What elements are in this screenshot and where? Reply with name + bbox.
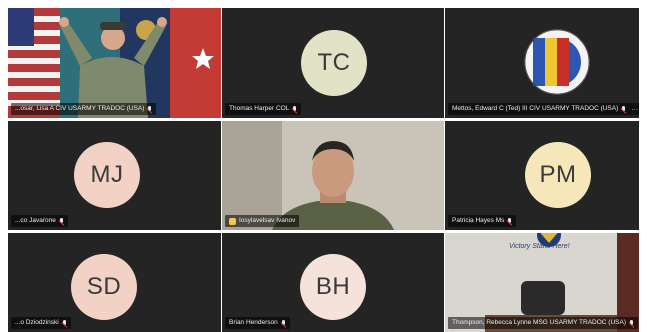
- participant-name-label: ...co Javarone: [11, 215, 68, 227]
- video-tile-t1[interactable]: ...osar, Lisa A CIV USARMY TRADOC (USA): [8, 8, 221, 118]
- participant-video-t1: [8, 8, 221, 118]
- participant-name-label: Thompson, Rebecca Lynne MSG USARMY TRADO…: [448, 317, 638, 329]
- more-options-icon[interactable]: …: [631, 103, 638, 115]
- office-banner-text: Victory Starts Here!: [509, 243, 570, 250]
- avatar: PM: [525, 142, 591, 208]
- mic-muted-icon: [507, 217, 512, 225]
- avatar: MJ: [74, 142, 140, 208]
- mic-muted-icon: [621, 105, 626, 113]
- video-tile-t7[interactable]: SD ...o Dziodzinski: [8, 233, 221, 332]
- participant-name-label: Brian Henderson: [225, 317, 290, 329]
- video-tile-t8[interactable]: BH Brian Henderson: [222, 233, 444, 332]
- mic-muted-icon: [281, 319, 286, 327]
- participant-name-label: ...o Dziodzinski: [11, 317, 71, 329]
- raised-hand-icon: [229, 217, 236, 225]
- video-grid: ...osar, Lisa A CIV USARMY TRADOC (USA) …: [0, 0, 647, 332]
- mic-muted-icon: [292, 105, 297, 113]
- participant-name-label: Iosylavelsav Ivanov: [225, 215, 300, 227]
- mic-muted-icon: [147, 105, 152, 113]
- avatar: BH: [300, 254, 366, 320]
- video-tile-t2[interactable]: TC Thomas Harper COL: [222, 8, 444, 118]
- participant-video-t5: [222, 121, 444, 230]
- video-tile-t3[interactable]: Mettos, Edward C (Ted) III CIV USARMY TR…: [445, 8, 639, 118]
- video-tile-t5[interactable]: Iosylavelsav Ivanov: [222, 121, 444, 230]
- mic-muted-icon: [629, 319, 634, 327]
- avatar: TC: [301, 30, 367, 96]
- participant-name-label: Mettos, Edward C (Ted) III CIV USARMY TR…: [448, 103, 639, 115]
- avatar: SD: [71, 254, 137, 320]
- video-tile-t6[interactable]: PM Patricia Hayes Ms: [445, 121, 639, 230]
- international-army-programs-logo: [524, 29, 590, 95]
- video-tile-t4[interactable]: MJ ...co Javarone: [8, 121, 221, 230]
- participant-name-label: Thomas Harper COL: [225, 103, 302, 115]
- mic-muted-icon: [59, 217, 64, 225]
- participant-name-label: Patricia Hayes Ms: [448, 215, 517, 227]
- participant-name-label: ...osar, Lisa A CIV USARMY TRADOC (USA): [11, 103, 157, 115]
- mic-muted-icon: [62, 319, 67, 327]
- video-tile-t9[interactable]: Victory Starts Here! Thompson, Rebecca L…: [445, 233, 639, 332]
